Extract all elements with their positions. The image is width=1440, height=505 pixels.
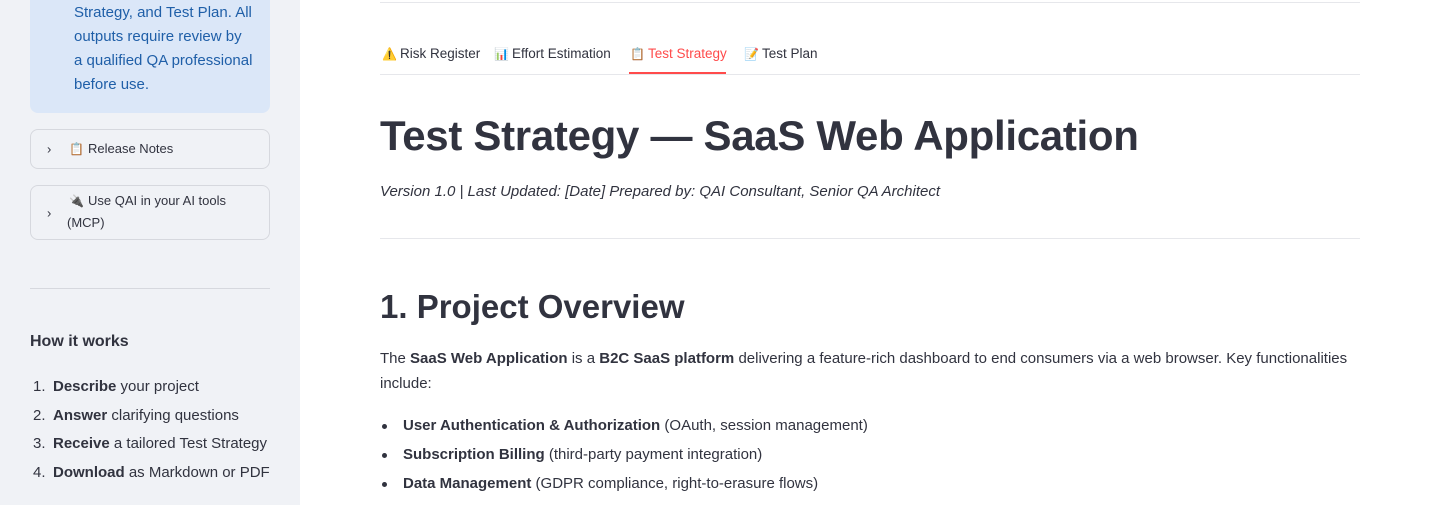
sidebar: Strategy, and Test Plan. All outputs req… — [0, 0, 300, 505]
list-item: 1. Describe your project — [33, 378, 199, 395]
info-line: outputs require review by — [74, 28, 242, 45]
plug-icon: 🔌 — [69, 194, 84, 208]
tab-bar: ⚠️ Risk Register 📊 Effort Estimation 📋 Test… — [380, 36, 1360, 75]
overview-paragraph: The SaaS Web Application is a B2C SaaS p… — [380, 350, 1348, 392]
list-item: 2. Answer clarifying questions — [33, 406, 239, 424]
how-it-works-list: 1. Describe your project 2. Answer clarify… — [30, 376, 270, 491]
main-content: ⚠️ Risk Register 📊 Effort Estimation 📋 Test… — [380, 0, 1360, 505]
bar-chart-icon: 📊 — [494, 47, 509, 61]
sidebar-divider — [30, 288, 270, 289]
memo-icon: 📝 — [744, 47, 759, 61]
list-item: Subscription Billing (third-party paymen… — [380, 443, 868, 472]
expander-label: Release Notes — [88, 141, 174, 156]
feature-list: User Authentication & Authorization (OAu… — [380, 414, 868, 501]
tab-risk-register[interactable]: ⚠️ Risk Register — [382, 46, 480, 61]
info-callout: Strategy, and Test Plan. All outputs req… — [30, 0, 270, 113]
expander-label: Use QAI in your AI tools — [88, 193, 227, 208]
info-line: a qualified QA professional — [74, 52, 253, 69]
how-it-works-heading: How it works — [30, 333, 129, 350]
clipboard-icon: 📋 — [69, 142, 84, 156]
list-item: Data Management (GDPR compliance, right-… — [380, 472, 868, 501]
divider — [380, 238, 1360, 239]
expander-label-cont: (MCP) — [67, 215, 105, 230]
list-item: 4. Download as Markdown or PDF — [33, 464, 270, 482]
clipboard-icon: 📋 — [630, 47, 645, 61]
divider — [380, 2, 1360, 3]
active-tab-indicator — [629, 72, 726, 74]
section-heading: 1. Project Overview — [380, 288, 685, 325]
tab-label: Risk Register — [400, 46, 481, 61]
tab-label: Test Strategy — [648, 46, 727, 61]
document-meta: Version 1.0 | Last Updated: [Date] Prepa… — [380, 183, 941, 200]
info-line: before use. — [74, 76, 150, 93]
list-item: 3. Receive a tailored Test Strategy — [33, 435, 268, 453]
mcp-expander[interactable]: › 🔌 Use QAI in your AI tools (MCP) — [30, 185, 270, 240]
tab-test-strategy[interactable]: 📋 Test Strategy — [630, 46, 727, 61]
info-line: Strategy, and Test Plan. All — [74, 4, 252, 21]
warning-icon: ⚠️ — [382, 47, 397, 61]
page-title: Test Strategy — SaaS Web Application — [380, 112, 1139, 159]
release-notes-expander[interactable]: › 📋 Release Notes — [30, 129, 270, 169]
tab-label: Effort Estimation — [512, 46, 611, 61]
chevron-right-icon: › — [47, 141, 52, 157]
tab-label: Test Plan — [762, 46, 818, 61]
tab-test-plan[interactable]: 📝 Test Plan — [744, 46, 818, 61]
tab-effort-estimation[interactable]: 📊 Effort Estimation — [494, 46, 611, 61]
chevron-right-icon: › — [47, 205, 52, 220]
list-item: User Authentication & Authorization (OAu… — [380, 414, 868, 443]
